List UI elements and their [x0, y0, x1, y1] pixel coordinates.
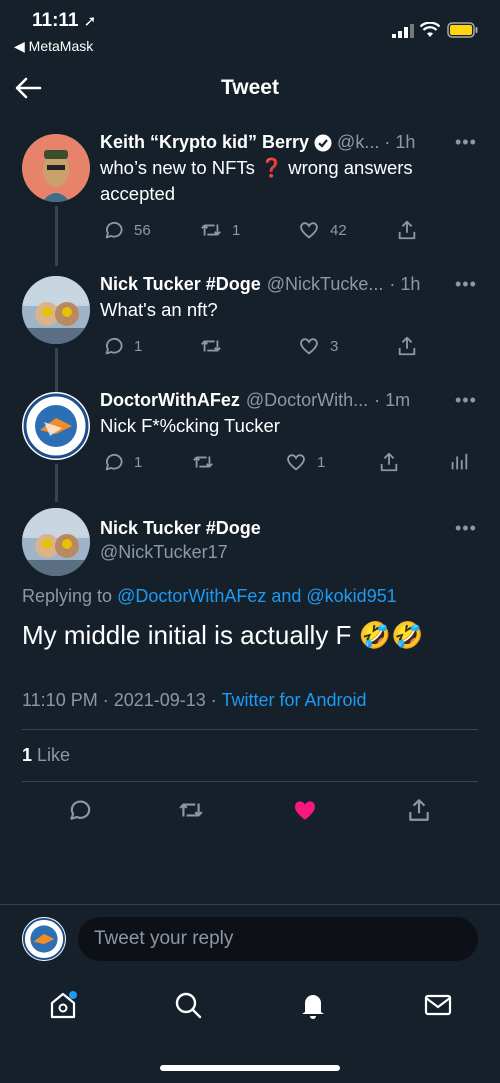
more-options-icon[interactable]: •••: [455, 274, 477, 295]
author-handle[interactable]: @k...: [337, 132, 379, 153]
home-indicator: [160, 1065, 340, 1071]
like-button[interactable]: 3: [298, 335, 338, 357]
retweet-button[interactable]: [192, 451, 224, 473]
tweet-3[interactable]: DoctorWithAFez @DoctorWith... · 1m ••• N…: [100, 390, 480, 439]
tweet-2[interactable]: Nick Tucker #Doge @NickTucke... · 1h •••…: [100, 274, 480, 323]
status-time: 11:11 ➚: [32, 10, 97, 31]
replying-to-users-link[interactable]: @DoctorWithAFez and @kokid951: [117, 586, 397, 606]
tweet-1[interactable]: Keith “Krypto kid” Berry @k... · 1h ••• …: [100, 132, 480, 207]
location-arrow-icon: ➚: [83, 13, 97, 30]
replying-to: Replying to @DoctorWithAFez and @kokid95…: [22, 586, 397, 606]
reply-icon[interactable]: [66, 797, 92, 823]
main-tweet-author[interactable]: Nick Tucker #Doge @NickTucker17: [100, 518, 261, 563]
author-handle[interactable]: @NickTucker17: [100, 542, 261, 563]
reply-button[interactable]: 1: [102, 335, 142, 357]
reply-icon: [105, 337, 123, 355]
reply-placeholder: Tweet your reply: [94, 928, 234, 949]
tweet-text: who’s new to NFTs ❓ wrong answers accept…: [100, 157, 413, 204]
retweet-button[interactable]: 1: [200, 219, 240, 241]
like-button[interactable]: 42: [298, 219, 347, 241]
more-options-icon[interactable]: •••: [455, 132, 477, 153]
back-to-app-link[interactable]: ◀ MetaMask: [14, 38, 93, 55]
main-tweet-text: My middle initial is actually F 🤣🤣: [22, 620, 424, 650]
avatar-nick[interactable]: [22, 276, 90, 344]
like-total: 1: [22, 745, 33, 765]
like-count: 1: [317, 453, 326, 471]
like-count: 42: [330, 221, 347, 239]
avatar-keith[interactable]: [22, 134, 90, 202]
like-total-label: Like: [32, 745, 71, 765]
share-icon[interactable]: [396, 219, 418, 241]
top-bar: Tweet: [0, 62, 500, 116]
author-name[interactable]: Keith “Krypto kid” Berry: [100, 132, 309, 153]
search-icon[interactable]: [173, 990, 203, 1020]
signal-icon: [392, 24, 414, 38]
reply-button[interactable]: 56: [102, 219, 151, 241]
divider: [22, 729, 478, 730]
reply-icon: [105, 221, 123, 239]
composer-divider: [0, 904, 500, 905]
avatar-doctor[interactable]: [22, 392, 90, 460]
retweet-icon[interactable]: [177, 797, 205, 823]
tweet-timestamp: 11:10 PM · 2021-09-13 · Twitter for Andr…: [22, 690, 367, 710]
thread-line: [55, 348, 58, 392]
author-name[interactable]: DoctorWithAFez: [100, 390, 240, 411]
reply-button[interactable]: 1: [102, 451, 142, 473]
author-name[interactable]: Nick Tucker #Doge: [100, 274, 261, 295]
retweet-button[interactable]: [200, 335, 232, 357]
messages-mail-icon[interactable]: [423, 990, 453, 1020]
verified-badge-icon: [314, 134, 332, 151]
heart-icon: [300, 338, 318, 355]
tweet-time: · 1m: [374, 390, 411, 410]
retweet-icon: [193, 456, 213, 468]
thread-line: [55, 206, 58, 266]
tweet-text: Nick F*%cking Tucker: [100, 415, 280, 436]
bottom-tab-bar: [0, 980, 500, 1040]
avatar-nick-main[interactable]: [22, 508, 90, 576]
author-handle[interactable]: @DoctorWith...: [246, 390, 368, 411]
author-name[interactable]: Nick Tucker #Doge: [100, 518, 261, 539]
retweet-count: 1: [232, 221, 241, 239]
liked-heart-icon[interactable]: [291, 797, 319, 823]
more-options-icon[interactable]: •••: [455, 390, 477, 411]
wifi-icon: [420, 22, 440, 37]
notifications-bell-icon[interactable]: [298, 990, 328, 1020]
tweet-source-link[interactable]: Twitter for Android: [221, 690, 366, 710]
reply-count: 1: [134, 337, 143, 355]
share-icon[interactable]: [406, 797, 432, 823]
heart-icon: [300, 222, 318, 239]
reply-input[interactable]: Tweet your reply: [78, 917, 478, 961]
likes-summary[interactable]: 1 Like: [22, 745, 70, 766]
divider: [22, 781, 478, 782]
status-bar: 11:11 ➚ ◀ MetaMask: [0, 0, 500, 60]
more-options-icon[interactable]: •••: [455, 518, 477, 539]
reply-count: 56: [134, 221, 151, 239]
retweet-icon: [201, 340, 221, 352]
like-button[interactable]: 1: [285, 451, 325, 473]
composer-avatar[interactable]: [22, 917, 66, 961]
tweet-time: · 1h: [389, 274, 421, 294]
page-title: Tweet: [221, 76, 279, 99]
reply-icon: [105, 453, 123, 471]
retweet-icon: [201, 224, 221, 236]
home-icon[interactable]: [48, 990, 78, 1020]
like-count: 3: [330, 337, 339, 355]
tweet-text: What's an nft?: [100, 299, 218, 320]
author-handle[interactable]: @NickTucke...: [267, 274, 384, 295]
share-icon[interactable]: [378, 451, 400, 473]
share-icon[interactable]: [396, 335, 418, 357]
heart-icon: [287, 454, 305, 471]
analytics-icon[interactable]: [448, 451, 470, 473]
reply-count: 1: [134, 453, 143, 471]
tweet-time: · 1h: [384, 132, 416, 152]
thread-line: [55, 464, 58, 502]
battery-icon: [447, 22, 478, 38]
